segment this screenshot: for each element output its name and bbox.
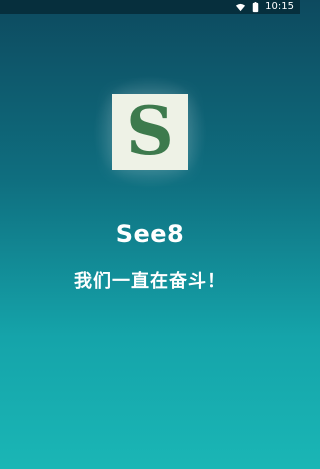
app-name: See8 [115, 220, 185, 248]
tagline: 我们一直在奋斗！ [74, 271, 226, 292]
logo-letter: S [126, 94, 174, 170]
status-bar: 10:15 [0, 0, 300, 14]
logo-card: S [112, 94, 188, 170]
wifi-icon [235, 2, 246, 13]
see8-logo-icon: S [112, 94, 188, 170]
app-logo: S [94, 76, 206, 188]
status-time: 10:15 [265, 1, 294, 12]
status-icons: 10:15 [235, 0, 294, 14]
battery-icon [250, 1, 261, 13]
